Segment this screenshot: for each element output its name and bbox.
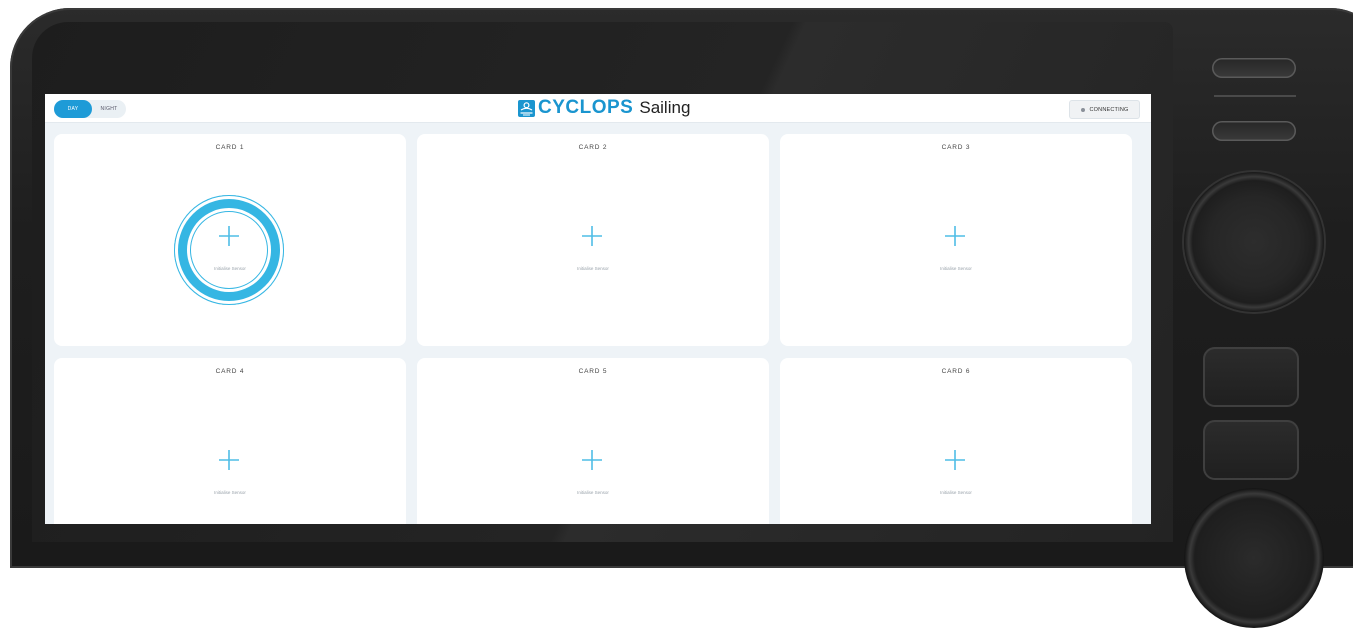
initialise-sensor-label: Initialise Sensor [940, 490, 972, 495]
initialise-sensor-label: Initialise Sensor [214, 490, 246, 495]
card-title: CARD 5 [578, 368, 608, 375]
initialise-sensor-label: Initialise Sensor [577, 266, 609, 271]
night-mode-button[interactable]: NIGHT [92, 100, 126, 118]
plus-icon[interactable] [218, 449, 240, 471]
hardware-button-top[interactable] [1212, 58, 1296, 78]
card-title: CARD 6 [941, 368, 971, 375]
status-dot-icon [1080, 107, 1085, 112]
day-mode-button[interactable]: DAY [54, 100, 92, 118]
rotary-knob-lower[interactable] [1184, 488, 1324, 628]
highlight-ring [174, 195, 284, 305]
hardware-button-second[interactable] [1212, 121, 1296, 141]
sensor-card-6[interactable]: CARD 6 Initialise Sensor [780, 358, 1132, 524]
card-title: CARD 3 [941, 144, 971, 151]
sensor-card-1[interactable]: CARD 1 Initialise Sensor [54, 134, 406, 346]
top-bar: DAY NIGHT CYCLOPS Sailing CONNECTING [45, 94, 1151, 123]
initialise-sensor-label: Initialise Sensor [577, 490, 609, 495]
day-night-toggle[interactable]: DAY NIGHT [54, 100, 126, 118]
product-name: Sailing [639, 98, 691, 117]
brand-logo: CYCLOPS Sailing [518, 97, 690, 119]
hardware-divider [1214, 95, 1296, 97]
sensor-card-4[interactable]: CARD 4 Initialise Sensor [54, 358, 406, 524]
cyclops-logo-icon [518, 99, 535, 117]
card-title: CARD 4 [215, 368, 245, 375]
sensor-card-2[interactable]: CARD 2 Initialise Sensor [417, 134, 769, 346]
connection-status-text: CONNECTING [1089, 106, 1129, 113]
plus-icon[interactable] [944, 225, 966, 247]
card-title: CARD 1 [215, 144, 245, 151]
sensor-card-5[interactable]: CARD 5 Initialise Sensor [417, 358, 769, 524]
plus-icon[interactable] [944, 449, 966, 471]
plus-icon[interactable] [581, 225, 603, 247]
hardware-button-square-2[interactable] [1203, 420, 1299, 480]
initialise-sensor-label: Initialise Sensor [940, 266, 972, 271]
connection-status-badge: CONNECTING [1069, 100, 1140, 119]
rotary-knob[interactable] [1184, 172, 1324, 312]
initialise-sensor-label: Initialise Sensor [214, 266, 246, 271]
card-title: CARD 2 [578, 144, 608, 151]
plus-icon[interactable] [581, 449, 603, 471]
app-screen: DAY NIGHT CYCLOPS Sailing CONNECTING CAR… [45, 94, 1151, 524]
hardware-button-square-1[interactable] [1203, 347, 1299, 407]
plus-icon[interactable] [218, 225, 240, 247]
sensor-card-3[interactable]: CARD 3 Initialise Sensor [780, 134, 1132, 346]
brand-name: CYCLOPS [538, 97, 634, 118]
